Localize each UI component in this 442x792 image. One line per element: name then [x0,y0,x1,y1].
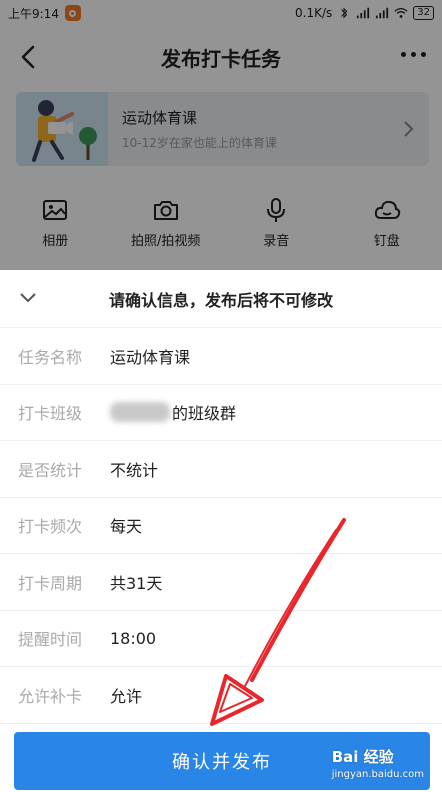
watermark-url: jingyan.baidu.com [331,769,424,780]
info-value: 每天 [110,517,143,537]
info-value: 共31天 [110,573,163,593]
confirm-sheet: 请确认信息，发布后将不可修改 任务名称 运动体育课 打卡班级 的班级群 是否统计… [0,270,442,792]
info-row-makeup: 允许补卡 允许 [0,667,442,724]
class-suffix: 的班级群 [172,404,237,424]
watermark: Bai 经验 jingyan.baidu.com [332,746,424,780]
info-value: 运动体育课 [110,347,191,367]
info-value: 的班级群 [110,400,236,424]
info-key: 任务名称 [18,347,83,367]
info-row-statistics: 是否统计 不统计 [0,441,442,498]
info-value: 不统计 [110,460,159,480]
watermark-brand: Bai 经验 [331,748,394,766]
info-value: 18:00 [110,628,157,648]
info-row-reminder-time: 提醒时间 18:00 [0,611,442,667]
sheet-title: 请确认信息，发布后将不可修改 [108,290,333,310]
info-key: 打卡周期 [18,573,83,593]
redacted-class-name [110,402,170,423]
info-row-task-name: 任务名称 运动体育课 [0,328,442,385]
chevron-down-icon[interactable] [18,290,38,306]
info-key: 提醒时间 [18,630,83,650]
info-value: 允许 [110,686,143,706]
info-key: 打卡频次 [18,517,83,537]
info-key: 是否统计 [18,460,83,480]
info-row-class: 打卡班级 的班级群 [0,385,442,441]
info-key: 打卡班级 [18,404,83,424]
info-row-frequency: 打卡频次 每天 [0,498,442,554]
sheet-header: 请确认信息，发布后将不可修改 [0,270,442,328]
info-row-period: 打卡周期 共31天 [0,554,442,611]
modal-backdrop[interactable] [0,0,442,270]
info-key: 允许补卡 [18,686,83,706]
